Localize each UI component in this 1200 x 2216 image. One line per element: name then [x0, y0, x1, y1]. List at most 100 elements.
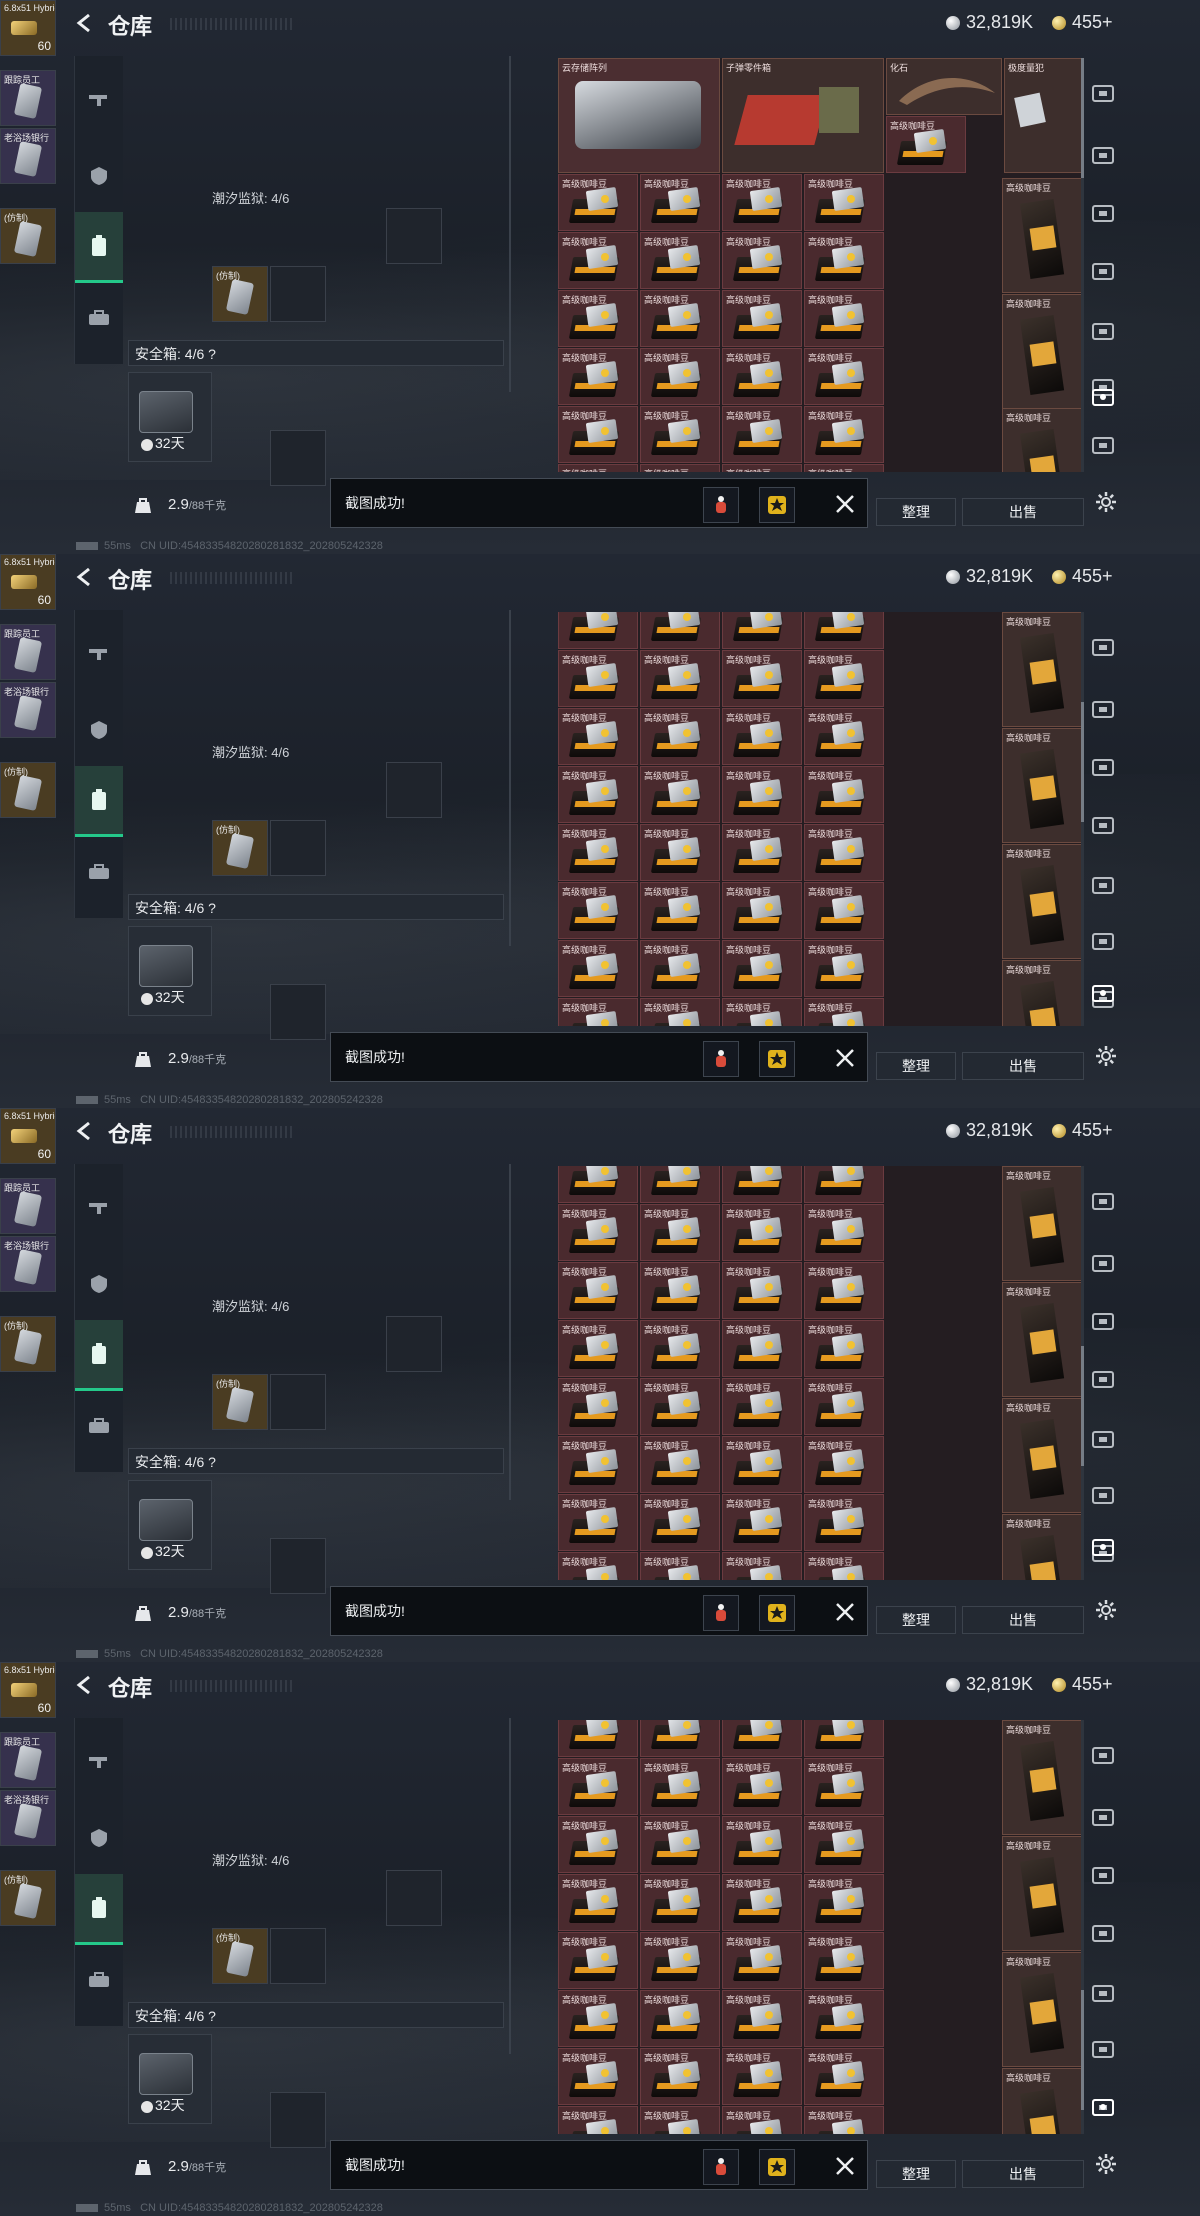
coffee-bean-item[interactable]: 高级咖啡豆	[804, 940, 884, 997]
coffee-bean-item[interactable]: 高级咖啡豆	[722, 406, 802, 463]
coffee-bean-item[interactable]: 高级咖啡豆	[722, 290, 802, 347]
coffee-bean-item[interactable]: 高级咖啡豆	[640, 464, 720, 472]
safe-box[interactable]: 32天	[128, 372, 212, 462]
storage-tab-b-icon[interactable]	[1088, 1248, 1118, 1278]
coffee-bean-item[interactable]: 高级咖啡豆	[722, 998, 802, 1026]
coffee-bean-item[interactable]: 高级咖啡豆	[722, 708, 802, 765]
storage-tab-d-icon[interactable]	[1088, 1918, 1118, 1948]
storage-tab-b-icon[interactable]	[1088, 694, 1118, 724]
safe-box[interactable]: 32天	[128, 1480, 212, 1570]
coffee-bean-item[interactable]: 高级咖啡豆	[804, 766, 884, 823]
grid-scrollbar[interactable]	[1081, 1720, 1084, 2134]
coffee-bean-item[interactable]: 高级咖啡豆	[804, 650, 884, 707]
safe-box[interactable]: 32天	[128, 926, 212, 1016]
storage-tab-d-icon[interactable]	[1088, 810, 1118, 840]
item-slot[interactable]: (仿制)	[0, 1316, 56, 1372]
weapon-tab-icon[interactable]	[75, 1174, 123, 1242]
safe-item-slot[interactable]: 6.8x51 Hybrid 60	[0, 554, 56, 610]
safe-item-slot[interactable]: 6.8x51 Hybrid 60	[0, 1662, 56, 1718]
empty-slot[interactable]	[386, 1316, 442, 1372]
large-coffee-bag[interactable]: 高级咖啡豆	[1002, 612, 1082, 727]
coffee-bean-item[interactable]: 高级咖啡豆	[804, 2106, 884, 2134]
weapon-tab-icon[interactable]	[75, 620, 123, 688]
sell-button[interactable]: 出售	[962, 498, 1084, 526]
sell-button[interactable]: 出售	[962, 1606, 1084, 1634]
share-app-icon[interactable]	[703, 1595, 739, 1631]
coffee-bean-item[interactable]: 高级咖啡豆	[558, 406, 638, 463]
empty-slot[interactable]	[270, 1538, 326, 1594]
storage-tab-a-icon[interactable]	[1088, 1740, 1118, 1770]
armor-tab-icon[interactable]	[75, 1250, 123, 1318]
coffee-bean-item[interactable]: 高级咖啡豆	[640, 1990, 720, 2047]
coffee-bean-item[interactable]: 高级咖啡豆	[558, 290, 638, 347]
coffee-bean-item[interactable]: 高级咖啡豆	[558, 1720, 638, 1757]
safe-box-title[interactable]: 安全箱: 4/6 ?	[128, 894, 504, 920]
coffee-bean-item[interactable]: 高级咖啡豆	[640, 612, 720, 649]
gold-currency[interactable]: 455+	[1052, 1674, 1113, 1695]
safe-item-slot[interactable]: 6.8x51 Hybrid 60	[0, 0, 56, 56]
empty-slot[interactable]	[386, 208, 442, 264]
item-slot[interactable]: 老浴场银行	[0, 128, 56, 184]
coffee-bean-item[interactable]: 高级咖啡豆	[558, 1378, 638, 1435]
armor-tab-icon[interactable]	[75, 1804, 123, 1872]
coffee-bean-item[interactable]: 高级咖啡豆	[640, 232, 720, 289]
storage-tab-c-icon[interactable]	[1088, 198, 1118, 228]
coffee-bean-item[interactable]: 高级咖啡豆	[558, 1436, 638, 1493]
coffee-bean-item[interactable]: 高级咖啡豆	[722, 766, 802, 823]
large-coffee-bag[interactable]: 高级咖啡豆	[1002, 960, 1082, 1026]
item-slot[interactable]: 老浴场银行	[0, 1236, 56, 1292]
coffee-bean-item[interactable]: 高级咖啡豆	[804, 464, 884, 472]
coffee-bean-item[interactable]: 高级咖啡豆	[558, 464, 638, 472]
empty-slot[interactable]	[270, 820, 326, 876]
coffee-bean-item[interactable]: 高级咖啡豆	[640, 1758, 720, 1815]
coffee-bean-item[interactable]: 高级咖啡豆	[558, 1874, 638, 1931]
storage-tab-c-icon[interactable]	[1088, 1860, 1118, 1890]
coffee-bean-item[interactable]: 高级咖啡豆	[722, 612, 802, 649]
coffee-bean-item[interactable]: 高级咖啡豆	[722, 1720, 802, 1757]
case-tab-icon[interactable]	[75, 1946, 123, 2014]
grid-scrollbar[interactable]	[1081, 1166, 1084, 1580]
inventory-tab-icon[interactable]	[75, 766, 123, 837]
coffee-bean-item[interactable]: 高级咖啡豆	[804, 1552, 884, 1580]
sort-button[interactable]: 整理	[876, 1606, 956, 1634]
coffee-bean-item[interactable]: 高级咖啡豆	[640, 406, 720, 463]
close-icon[interactable]	[831, 2152, 859, 2180]
coffee-bean-item[interactable]: 高级咖啡豆	[640, 1816, 720, 1873]
coffee-bean-item[interactable]: 高级咖啡豆	[640, 290, 720, 347]
close-icon[interactable]	[831, 490, 859, 518]
coffee-bean-item[interactable]: 高级咖啡豆	[722, 650, 802, 707]
item-slot[interactable]: (仿制)	[0, 208, 56, 264]
storage-tab-e-icon[interactable]	[1088, 1424, 1118, 1454]
coffee-bean-item[interactable]: 高级咖啡豆	[558, 766, 638, 823]
coffee-bean-item[interactable]: 高级咖啡豆	[722, 464, 802, 472]
coffee-bean-item[interactable]: 高级咖啡豆	[722, 348, 802, 405]
coffee-bean-item[interactable]: 高级咖啡豆	[722, 1378, 802, 1435]
back-arrow-icon[interactable]	[74, 566, 96, 588]
sell-button[interactable]: 出售	[962, 2160, 1084, 2188]
coffee-bean-item[interactable]: 高级咖啡豆	[640, 1320, 720, 1377]
storage-grid[interactable]: 高级咖啡豆 高级咖啡豆 高级咖啡豆 高级咖啡豆 高级咖啡豆 高级咖啡豆 高级咖啡…	[558, 1166, 1084, 1580]
coffee-bean-item[interactable]: 高级咖啡豆	[804, 708, 884, 765]
coffee-bean-item[interactable]: 高级咖啡豆	[804, 1378, 884, 1435]
coffee-bean-item[interactable]: 高级咖啡豆	[640, 2106, 720, 2134]
inventory-tab-icon[interactable]	[75, 212, 123, 283]
large-coffee-bag[interactable]: 高级咖啡豆	[1002, 728, 1082, 843]
item-slot[interactable]: (仿制)	[212, 1374, 268, 1430]
item-slot[interactable]: 老浴场银行	[0, 682, 56, 738]
settings-gear-icon[interactable]	[1094, 490, 1118, 514]
safe-item-slot[interactable]: 6.8x51 Hybrid 60	[0, 1108, 56, 1164]
coffee-bean-item[interactable]: 高级咖啡豆	[804, 174, 884, 231]
coffee-bean-item[interactable]: 高级咖啡豆	[804, 1816, 884, 1873]
coffee-bean-item[interactable]: 高级咖啡豆	[722, 1320, 802, 1377]
special-item[interactable]: 极度量犯	[1004, 58, 1084, 173]
item-slot[interactable]: 跟踪员工	[0, 624, 56, 680]
storage-tab-d-icon[interactable]	[1088, 1364, 1118, 1394]
coffee-bean-item[interactable]: 高级咖啡豆	[722, 232, 802, 289]
coffee-bean-item[interactable]: 高级咖啡豆	[722, 1990, 802, 2047]
storage-tab-g-icon[interactable]	[1088, 430, 1118, 460]
coffee-bean-item[interactable]: 高级咖啡豆	[804, 612, 884, 649]
coffee-bean-item[interactable]: 高级咖啡豆	[722, 1816, 802, 1873]
coffee-bean-item[interactable]: 高级咖啡豆	[804, 1874, 884, 1931]
coffee-bean-item[interactable]: 高级咖啡豆	[722, 1166, 802, 1203]
coffee-bean-item[interactable]: 高级咖啡豆	[722, 1932, 802, 1989]
